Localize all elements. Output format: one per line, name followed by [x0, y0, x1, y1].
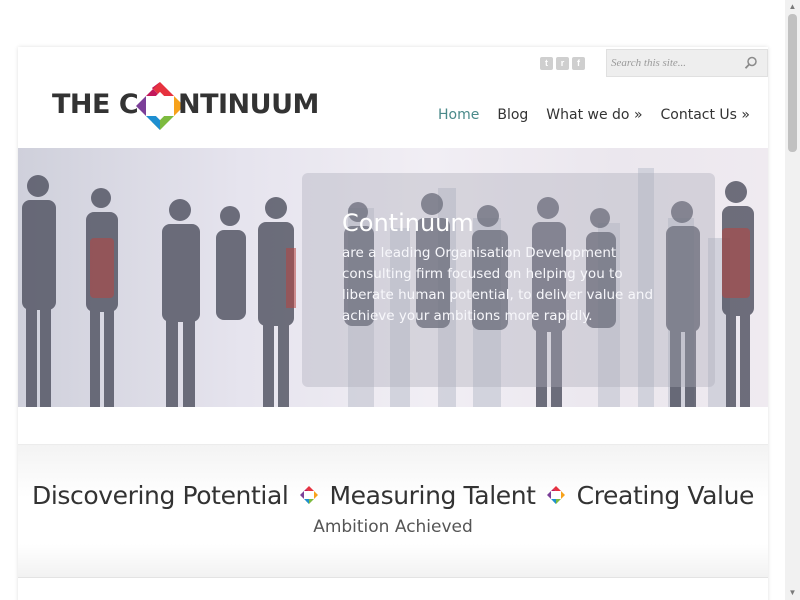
facebook-icon[interactable]: f	[572, 57, 585, 70]
top-bar: t r f	[18, 47, 768, 77]
search-icon	[744, 56, 757, 69]
search-box	[606, 49, 768, 77]
search-button[interactable]	[743, 55, 759, 71]
diamond-icon	[547, 486, 566, 504]
hero-text-panel: Continuum are a leading Organisation Dev…	[302, 173, 715, 387]
rss-icon[interactable]: r	[556, 57, 569, 70]
hero-banner: Continuum are a leading Organisation Dev…	[18, 148, 768, 407]
logo-text-left: THE C	[52, 89, 139, 120]
divider-strip	[18, 407, 768, 445]
social-links: t r f	[540, 57, 585, 70]
tagline-section: Discovering Potential Measuring Talent C…	[18, 445, 768, 578]
scroll-down-arrow-icon[interactable]: ▼	[785, 586, 800, 600]
search-input[interactable]	[611, 53, 733, 73]
tagline-part-3: Creating Value	[576, 481, 755, 510]
scroll-up-arrow-icon[interactable]: ▲	[785, 0, 800, 14]
diamond-icon	[299, 486, 318, 504]
logo-text-right: NTINUUM	[178, 89, 319, 120]
nav-contact-us[interactable]: Contact Us »	[661, 107, 750, 123]
nav-what-we-do[interactable]: What we do »	[546, 107, 642, 123]
nav-blog[interactable]: Blog	[497, 107, 528, 123]
scroll-thumb[interactable]	[788, 14, 797, 152]
nav-home[interactable]: Home	[438, 107, 479, 123]
twitter-icon[interactable]: t	[540, 57, 553, 70]
hero-description: are a leading Organisation Development c…	[342, 245, 654, 324]
page-container: t r f THE C NTINUUM Home	[18, 47, 768, 600]
tagline: Discovering Potential Measuring Talent C…	[18, 481, 768, 510]
hero-title: Continuum	[342, 209, 474, 237]
tagline-subtitle: Ambition Achieved	[313, 517, 473, 537]
tagline-part-2: Measuring Talent	[329, 481, 536, 510]
vertical-scrollbar[interactable]: ▲ ▼	[785, 0, 800, 600]
tagline-part-1: Discovering Potential	[31, 481, 289, 510]
site-logo[interactable]: THE C NTINUUM	[52, 80, 324, 132]
main-nav: Home Blog What we do » Contact Us »	[438, 107, 768, 123]
